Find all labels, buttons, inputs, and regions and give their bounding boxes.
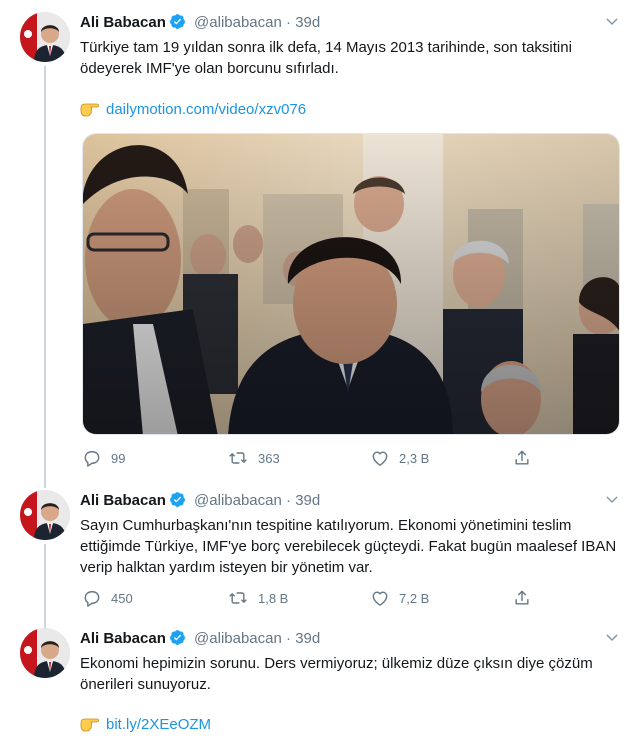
separator: · [286,492,292,509]
separator: · [286,14,292,31]
share-button[interactable] [512,588,541,610]
tweet-link[interactable]: dailymotion.com/video/xzv076 [106,101,306,118]
retweet-count: 1,8 B [258,591,289,606]
like-button[interactable]: 2,3 B [370,448,429,470]
retweet-count: 363 [258,451,280,466]
retweet-icon [229,452,247,464]
share-icon [515,450,529,465]
verified-badge-icon [169,629,186,653]
reply-icon [84,451,100,467]
retweet-button[interactable]: 363 [227,448,280,470]
tweet-text: Türkiye tam 19 yıldan sonra ilk defa, 14… [80,39,572,77]
author-handle[interactable]: @alibabacan [194,630,282,647]
verified-badge-icon [169,13,186,37]
tweet-header: Ali Babacan @alibabacan · 39d [80,628,620,650]
author-handle[interactable]: @alibabacan [194,492,282,509]
tweet-photo[interactable] [82,133,620,435]
timestamp[interactable]: 39d [295,630,320,647]
tweet[interactable]: Ali Babacan @alibabacan · 39d Ekonomi he… [0,628,640,745]
author-name[interactable]: Ali Babacan [80,630,166,647]
link-row: bit.ly/2XEeOZM [80,714,620,739]
tweet-text: Sayın Cumhurbaşkanı'nın tespitine katılı… [80,517,617,576]
like-icon [372,591,388,606]
caret-down-icon[interactable] [604,630,620,653]
tweet-actions: 450 1,8 B 7,2 B [82,588,552,610]
reply-count: 450 [111,591,133,606]
reply-count: 99 [111,451,126,466]
like-button[interactable]: 7,2 B [370,588,429,610]
tweet-header: Ali Babacan @alibabacan · 39d [80,490,620,512]
like-count: 7,2 B [399,591,430,606]
tweet-text: Ekonomi hepimizin sorunu. Ders vermiyoru… [80,655,593,693]
retweet-button[interactable]: 1,8 B [227,588,288,610]
tweet-actions: 99 363 2,3 B [82,448,552,470]
caret-down-icon[interactable] [604,14,620,37]
pointing-hand-emoji-icon [80,715,100,739]
author-name[interactable]: Ali Babacan [80,492,166,509]
tweet-link[interactable]: bit.ly/2XEeOZM [106,716,211,733]
like-icon [372,451,388,466]
tweet-header: Ali Babacan @alibabacan · 39d [80,12,620,34]
timestamp[interactable]: 39d [295,492,320,509]
like-count: 2,3 B [399,451,430,466]
pointing-hand-emoji-icon [80,100,100,124]
verified-badge-icon [169,491,186,515]
reply-button[interactable]: 450 [82,588,133,610]
author-handle[interactable]: @alibabacan [194,14,282,31]
caret-down-icon[interactable] [604,492,620,515]
reply-icon [84,591,100,607]
avatar[interactable] [20,490,70,540]
link-row: dailymotion.com/video/xzv076 [80,99,620,124]
reply-button[interactable]: 99 [82,448,125,470]
avatar[interactable] [20,12,70,62]
avatar[interactable] [20,628,70,678]
retweet-icon [229,592,247,604]
author-name[interactable]: Ali Babacan [80,14,166,31]
share-icon [515,590,529,605]
separator: · [286,630,292,647]
timestamp[interactable]: 39d [295,14,320,31]
share-button[interactable] [512,448,541,470]
